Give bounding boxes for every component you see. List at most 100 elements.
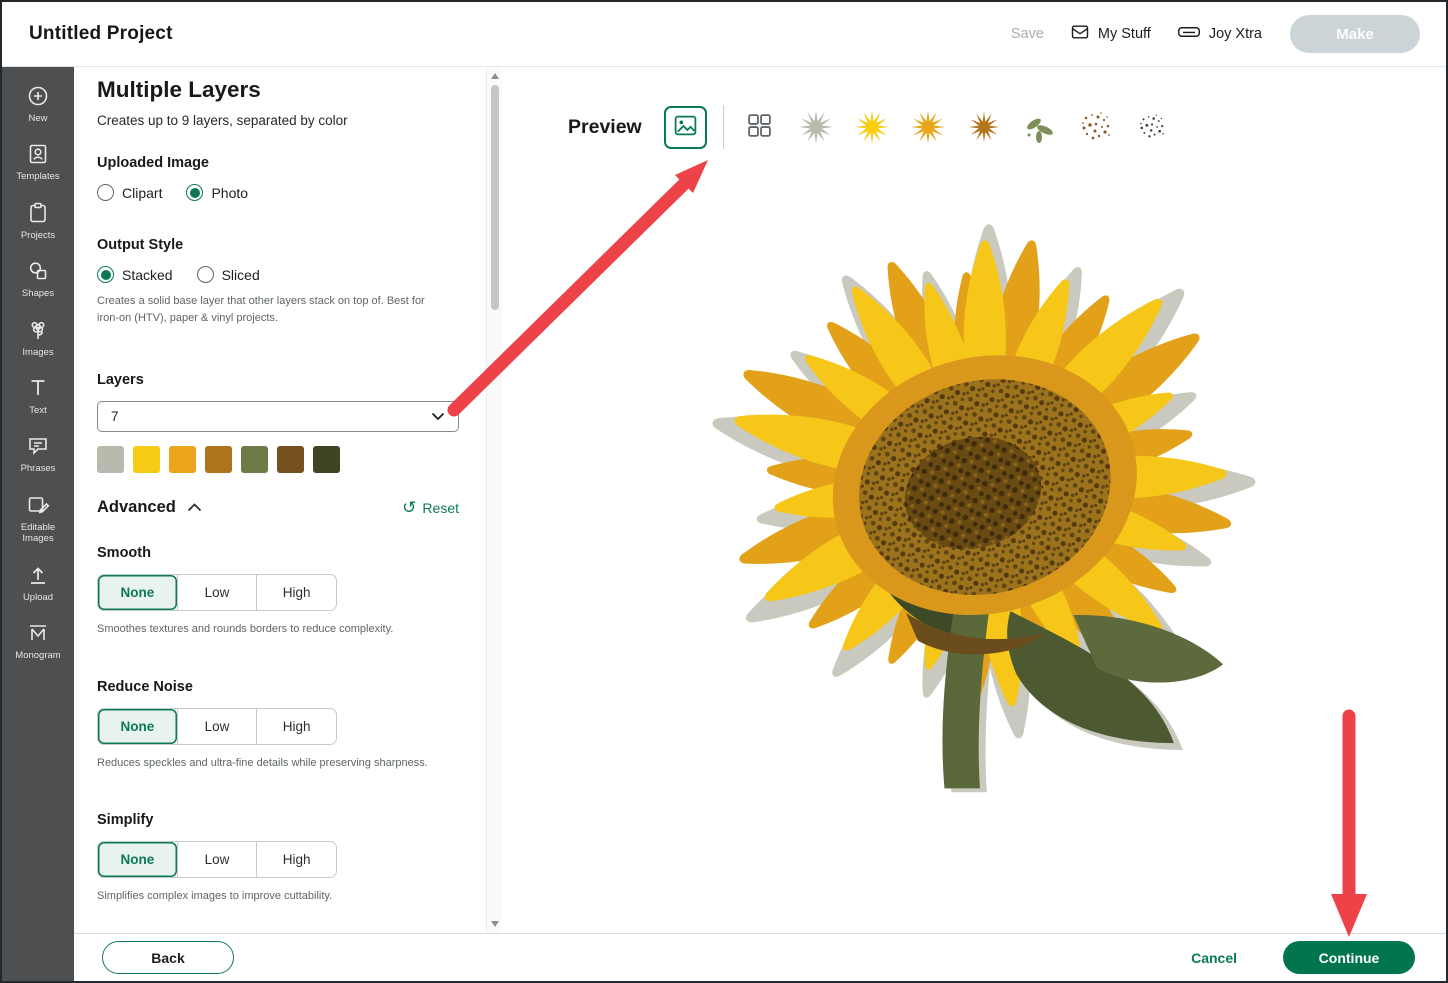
simplify-help: Simplifies complex images to improve cut…	[97, 890, 333, 902]
my-stuff-button[interactable]: My Stuff	[1070, 22, 1151, 46]
layer-thumb-5[interactable]	[1018, 106, 1061, 148]
reduce-noise-group: Reduce Noise None Low High Reduces speck…	[97, 679, 462, 772]
smooth-help: Smoothes textures and rounds borders to …	[97, 623, 394, 635]
all-layers-thumb[interactable]	[740, 107, 780, 147]
layer-thumb-1-icon	[798, 110, 833, 144]
preview-image	[660, 189, 1290, 793]
sidebar-item-phrases[interactable]: Phrases	[2, 425, 74, 483]
smooth-segmented-control: None Low High	[97, 574, 337, 611]
layer-swatches	[97, 446, 462, 473]
simplify-low-button[interactable]: Low	[176, 842, 257, 877]
page-title: Untitled Project	[29, 23, 173, 44]
upload-icon	[26, 563, 50, 587]
radio-photo-dot	[186, 184, 204, 201]
radio-clipart-dot	[97, 184, 114, 201]
layer-swatch-1[interactable]	[97, 446, 124, 473]
sidebar-item-shapes[interactable]: Shapes	[2, 250, 74, 308]
editable-images-icon	[26, 493, 50, 517]
sidebar-item-templates[interactable]: Templates	[2, 133, 74, 191]
layer-swatch-4[interactable]	[205, 446, 232, 473]
continue-button[interactable]: Continue	[1283, 941, 1415, 974]
sidebar-item-new[interactable]: New	[2, 75, 74, 133]
chevron-up-icon	[187, 498, 202, 517]
my-stuff-label: My Stuff	[1097, 26, 1151, 42]
uploaded-image-options: Clipart Photo	[97, 184, 462, 201]
advanced-toggle[interactable]: Advanced	[97, 498, 202, 517]
layer-swatch-2[interactable]	[133, 446, 160, 473]
layer-thumb-1[interactable]	[794, 106, 837, 148]
sidebar-item-monogram[interactable]: Monogram	[2, 612, 74, 670]
output-style-label: Output Style	[97, 237, 184, 253]
radio-sliced[interactable]: Sliced	[196, 266, 260, 283]
layer-thumb-6-icon	[1081, 112, 1110, 140]
cancel-button[interactable]: Cancel	[1191, 950, 1237, 966]
reduce-noise-help: Reduces speckles and ultra-fine details …	[97, 756, 428, 769]
uploaded-image-label: Uploaded Image	[97, 155, 209, 171]
shapes-icon	[26, 259, 50, 283]
layer-thumb-4-icon	[968, 111, 1000, 143]
plus-circle-icon	[26, 84, 50, 108]
make-button[interactable]: Make	[1290, 15, 1420, 53]
reduce-noise-high-button[interactable]: High	[256, 708, 336, 744]
layer-thumb-5-icon	[1025, 116, 1054, 143]
radio-stacked-dot	[97, 266, 114, 283]
reset-button[interactable]: ↺ Reset	[402, 499, 459, 516]
scroll-up-arrow[interactable]	[491, 73, 499, 79]
radio-stacked[interactable]: Stacked	[97, 266, 173, 283]
simplify-none-button[interactable]: None	[98, 842, 177, 877]
panel-title: Multiple Layers	[97, 77, 261, 102]
reduce-noise-segmented-control: None Low High	[97, 707, 337, 745]
original-image-thumb[interactable]	[663, 105, 707, 149]
smooth-label: Smooth	[97, 545, 151, 561]
layer-thumb-4[interactable]	[962, 106, 1005, 148]
layer-thumb-3[interactable]	[906, 106, 949, 148]
top-bar: Untitled Project Save My Stuff Joy Xtra	[2, 2, 1446, 67]
smooth-group: Smooth None Low High Smoothes textures a…	[97, 545, 462, 638]
machine-label: Joy Xtra	[1208, 26, 1262, 42]
radio-clipart[interactable]: Clipart	[97, 184, 162, 201]
grid-icon	[746, 112, 773, 142]
smooth-none-button[interactable]: None	[98, 575, 177, 610]
monogram-icon	[26, 621, 50, 645]
scroll-down-arrow[interactable]	[491, 921, 499, 927]
layer-swatch-3[interactable]	[169, 446, 196, 473]
settings-panel: Multiple Layers Creates up to 9 layers, …	[74, 67, 502, 933]
layer-thumb-7[interactable]	[1130, 106, 1173, 148]
footer-bar: Back Cancel Continue	[74, 933, 1446, 981]
layer-thumb-3-icon	[910, 110, 945, 144]
layer-swatch-7[interactable]	[313, 446, 340, 473]
reduce-noise-low-button[interactable]: Low	[176, 708, 257, 744]
layer-swatch-5[interactable]	[241, 446, 268, 473]
scrollbar-thumb[interactable]	[490, 85, 499, 310]
radio-sliced-dot	[196, 266, 214, 283]
back-button[interactable]: Back	[102, 941, 234, 974]
layer-thumb-6[interactable]	[1074, 106, 1117, 148]
smooth-high-button[interactable]: High	[256, 575, 336, 610]
save-button[interactable]: Save	[1011, 26, 1044, 42]
layer-thumb-2[interactable]	[850, 106, 893, 148]
advanced-row: Advanced ↺ Reset	[97, 498, 459, 517]
layer-thumb-7-icon	[1139, 114, 1164, 138]
text-icon	[26, 376, 50, 400]
app-window: Untitled Project Save My Stuff Joy Xtra	[0, 0, 1448, 983]
sidebar: New Templates Projects Shapes Images Tex…	[2, 67, 74, 981]
sidebar-item-text[interactable]: Text	[2, 367, 74, 425]
layers-count-dropdown[interactable]: 7	[97, 401, 459, 432]
sidebar-item-editable-images[interactable]: Editable Images	[2, 484, 74, 554]
simplify-high-button[interactable]: High	[256, 842, 336, 877]
machine-selector[interactable]: Joy Xtra	[1177, 23, 1262, 45]
preview-header: Preview	[568, 105, 1187, 149]
machine-icon	[1177, 23, 1201, 45]
sidebar-item-projects[interactable]: Projects	[2, 192, 74, 250]
sidebar-item-images[interactable]: Images	[2, 309, 74, 367]
preview-area: Preview	[502, 67, 1446, 933]
smooth-low-button[interactable]: Low	[176, 575, 257, 610]
reduce-noise-none-button[interactable]: None	[98, 708, 177, 744]
layer-swatch-6[interactable]	[277, 446, 304, 473]
sidebar-item-upload[interactable]: Upload	[2, 554, 74, 612]
layers-label: Layers	[97, 372, 144, 388]
layer-thumb-2-icon	[854, 110, 889, 144]
undo-icon: ↺	[402, 498, 417, 517]
radio-photo[interactable]: Photo	[186, 184, 248, 201]
panel-scrollbar[interactable]	[486, 68, 502, 932]
